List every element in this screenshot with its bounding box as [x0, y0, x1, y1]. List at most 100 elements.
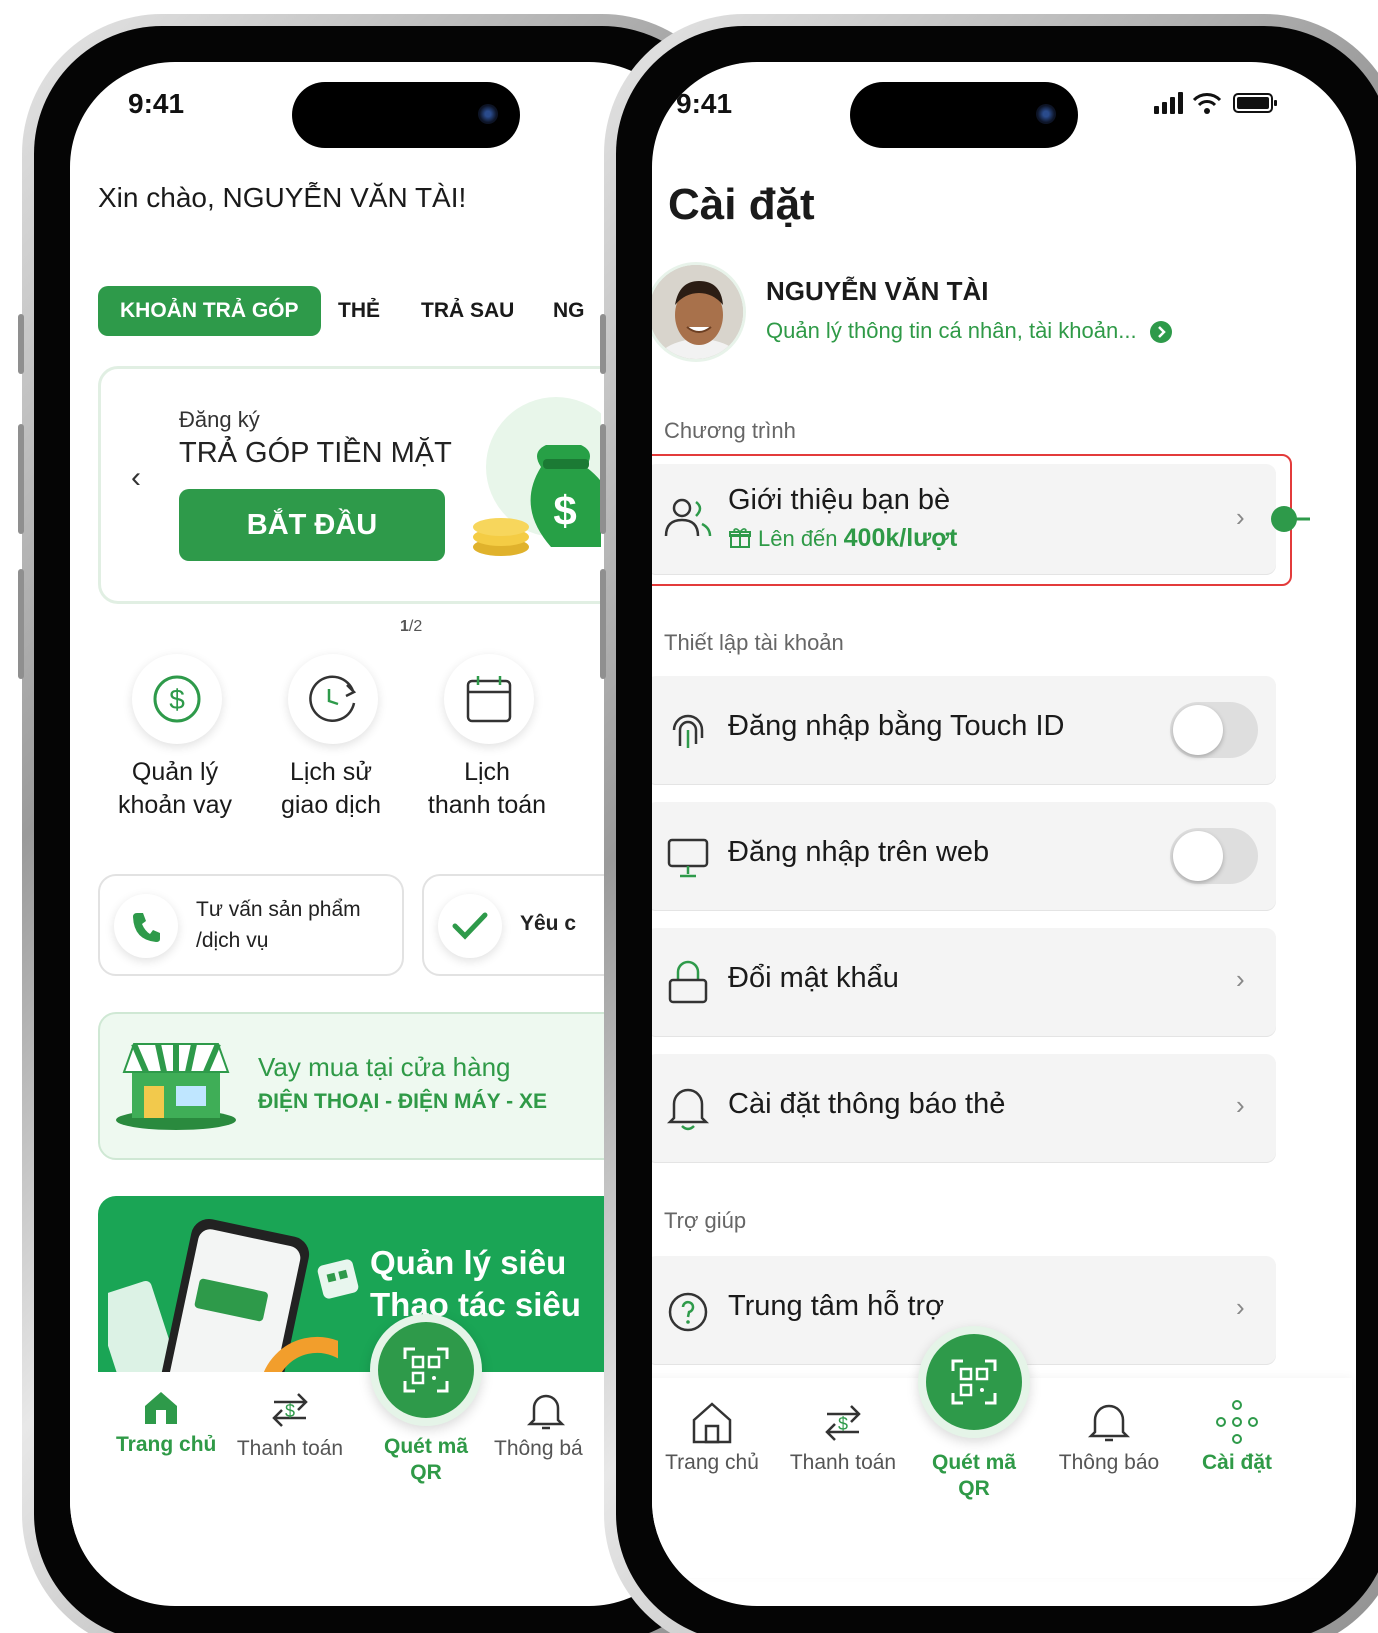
annotation-pointer-icon: [1271, 506, 1310, 532]
home-icon: [692, 1402, 732, 1444]
section-help: Trợ giúp: [664, 1208, 747, 1233]
history-clock-icon: [288, 654, 378, 744]
profile-name: NGUYỄN VĂN TÀI: [766, 276, 989, 306]
section-program: Chương trình: [664, 418, 796, 443]
home-screen: 9:41 Xin chào, NGUYỄN VĂN TÀI! KHOẢN TRẢ…: [70, 62, 694, 1606]
nav-home[interactable]: Trang chủ: [116, 1388, 216, 1457]
phone-mockup-icon: [108, 1218, 338, 1396]
cash-loan-banner[interactable]: ‹ Đăng ký TRẢ GÓP TIỀN MẶT BẮT ĐẦU $: [98, 366, 658, 604]
dynamic-island: [292, 82, 520, 148]
banner-pager: 1/2: [400, 618, 423, 635]
arrow-right-circle-icon: [1149, 321, 1172, 344]
nav-scan-qr-label: Quét mã QR: [931, 1451, 1017, 1500]
banner-title: TRẢ GÓP TIỀN MẶT: [179, 437, 452, 469]
page-title: Cài đặt: [668, 180, 815, 229]
start-button[interactable]: BẮT ĐẦU: [179, 489, 445, 561]
qr-code-icon: [951, 1359, 997, 1405]
settings-bottom-nav: Trang chủ $ Thanh toán Quét mã QR Thông b…: [652, 1326, 1352, 1578]
nav-payment[interactable]: $ Thanh toán: [778, 1400, 908, 1475]
card-notification-row[interactable]: Cài đặt thông báo thẻ ›: [652, 1054, 1276, 1162]
greeting-text: Xin chào, NGUYỄN VĂN TÀI!: [98, 182, 467, 213]
svg-text:$: $: [285, 1401, 295, 1421]
bell-icon: [526, 1394, 566, 1430]
referral-title: Giới thiệu bạn bè: [728, 484, 951, 516]
nav-notifications[interactable]: Thông báo: [1044, 1400, 1174, 1475]
phone-icon: [114, 894, 178, 958]
quick-action-history[interactable]: [288, 654, 378, 744]
dollar-circle-icon: $: [132, 654, 222, 744]
nav-payment[interactable]: $ Thanh toán: [230, 1388, 350, 1461]
svg-text:$: $: [553, 487, 576, 534]
avatar[interactable]: [652, 262, 746, 362]
tab-card[interactable]: THẺ: [338, 286, 380, 336]
fingerprint-icon: [672, 714, 704, 748]
qr-code-icon: [403, 1347, 449, 1393]
bell-icon: [666, 1088, 710, 1131]
mute-switch: [600, 314, 606, 374]
home-icon: [145, 1392, 177, 1424]
status-time: 9:41: [128, 88, 185, 119]
promo-line1: Quản lý siêu: [370, 1244, 567, 1281]
section-account: Thiết lập tài khoản: [664, 630, 844, 655]
bell-icon: [1087, 1404, 1131, 1442]
status-icons: [1154, 92, 1277, 114]
chevron-right-icon: ›: [1236, 502, 1245, 532]
request-label: Yêu c: [520, 912, 577, 935]
store-subtitle: ĐIỆN THOẠI - ĐIỆN MÁY - XE: [258, 1090, 547, 1113]
quick-action-loans-label: Quản lý khoản vay: [118, 758, 232, 819]
volume-down-button: [600, 569, 606, 679]
question-circle-icon: [668, 1292, 708, 1332]
consult-line2: /dịch vụ: [196, 929, 269, 952]
mute-switch: [18, 314, 24, 374]
nav-home[interactable]: Trang chủ: [652, 1400, 772, 1475]
check-icon: [438, 894, 502, 958]
nav-scan-qr-label: Quét mã QR: [383, 1435, 469, 1484]
chevron-right-icon: ›: [1236, 1292, 1245, 1322]
transfer-icon: $: [272, 1393, 308, 1427]
chevron-right-icon: ›: [1236, 1090, 1245, 1120]
change-password-row[interactable]: Đổi mật khẩu ›: [652, 928, 1276, 1036]
banner-prev-icon[interactable]: ‹: [131, 461, 141, 495]
dots-menu-icon: [1216, 1400, 1258, 1444]
store-icon: [116, 1042, 236, 1130]
gift-icon: [729, 528, 751, 548]
store-title: Vay mua tại cửa hàng: [258, 1052, 511, 1082]
quick-action-loans[interactable]: $: [132, 654, 222, 744]
touch-id-row[interactable]: Đăng nhập bằng Touch ID: [652, 676, 1276, 784]
volume-up-button: [18, 424, 24, 534]
right-phone-frame: 9:41 Cài đặt NGUYỄN VĂN TÀI Quản lý thôn…: [600, 14, 1378, 1633]
volume-up-button: [600, 424, 606, 534]
banner-subtitle: Đăng ký: [179, 407, 260, 432]
calendar-badge-icon: [317, 1259, 359, 1299]
tab-more[interactable]: NG: [553, 286, 585, 336]
svg-text:$: $: [169, 684, 185, 715]
consult-card[interactable]: Tư vấn sản phẩm /dịch vụ: [98, 874, 404, 976]
home-bottom-nav: Trang chủ $ Thanh toán Quét mã QR Thông b…: [70, 1314, 694, 1572]
quick-action-schedule[interactable]: [444, 654, 534, 744]
lock-icon: [668, 960, 708, 1004]
nav-scan-qr-button[interactable]: [370, 1314, 482, 1426]
user-photo-icon: [652, 265, 743, 359]
calendar-icon: [444, 654, 534, 744]
nav-settings[interactable]: Cài đặt: [1182, 1400, 1292, 1475]
referral-row[interactable]: Giới thiệu bạn bè Lên đến 400k/lượt ›: [652, 464, 1276, 574]
dynamic-island: [850, 82, 1078, 148]
profile-link[interactable]: Quản lý thông tin cá nhân, tài khoản...: [766, 318, 1173, 344]
tab-paylater[interactable]: TRẢ SAU: [421, 286, 514, 336]
change-password-label: Đổi mật khẩu: [728, 962, 899, 994]
web-login-toggle[interactable]: [1170, 828, 1258, 884]
svg-text:$: $: [838, 1414, 848, 1434]
chevron-right-icon: ›: [1236, 964, 1245, 994]
touch-id-toggle[interactable]: [1170, 702, 1258, 758]
quick-action-schedule-label: Lịch thanh toán: [427, 758, 547, 819]
users-icon: [664, 498, 712, 537]
volume-down-button: [18, 569, 24, 679]
nav-scan-qr-button[interactable]: [918, 1326, 1030, 1438]
card-notification-label: Cài đặt thông báo thẻ: [728, 1088, 1006, 1120]
web-login-row[interactable]: Đăng nhập trên web: [652, 802, 1276, 910]
tab-installment[interactable]: KHOẢN TRẢ GÓP: [98, 286, 321, 336]
consult-line1: Tư vấn sản phẩm: [196, 898, 361, 921]
transfer-icon: $: [825, 1405, 861, 1441]
touch-id-label: Đăng nhập bằng Touch ID: [728, 710, 1065, 742]
monitor-icon: [667, 838, 709, 878]
